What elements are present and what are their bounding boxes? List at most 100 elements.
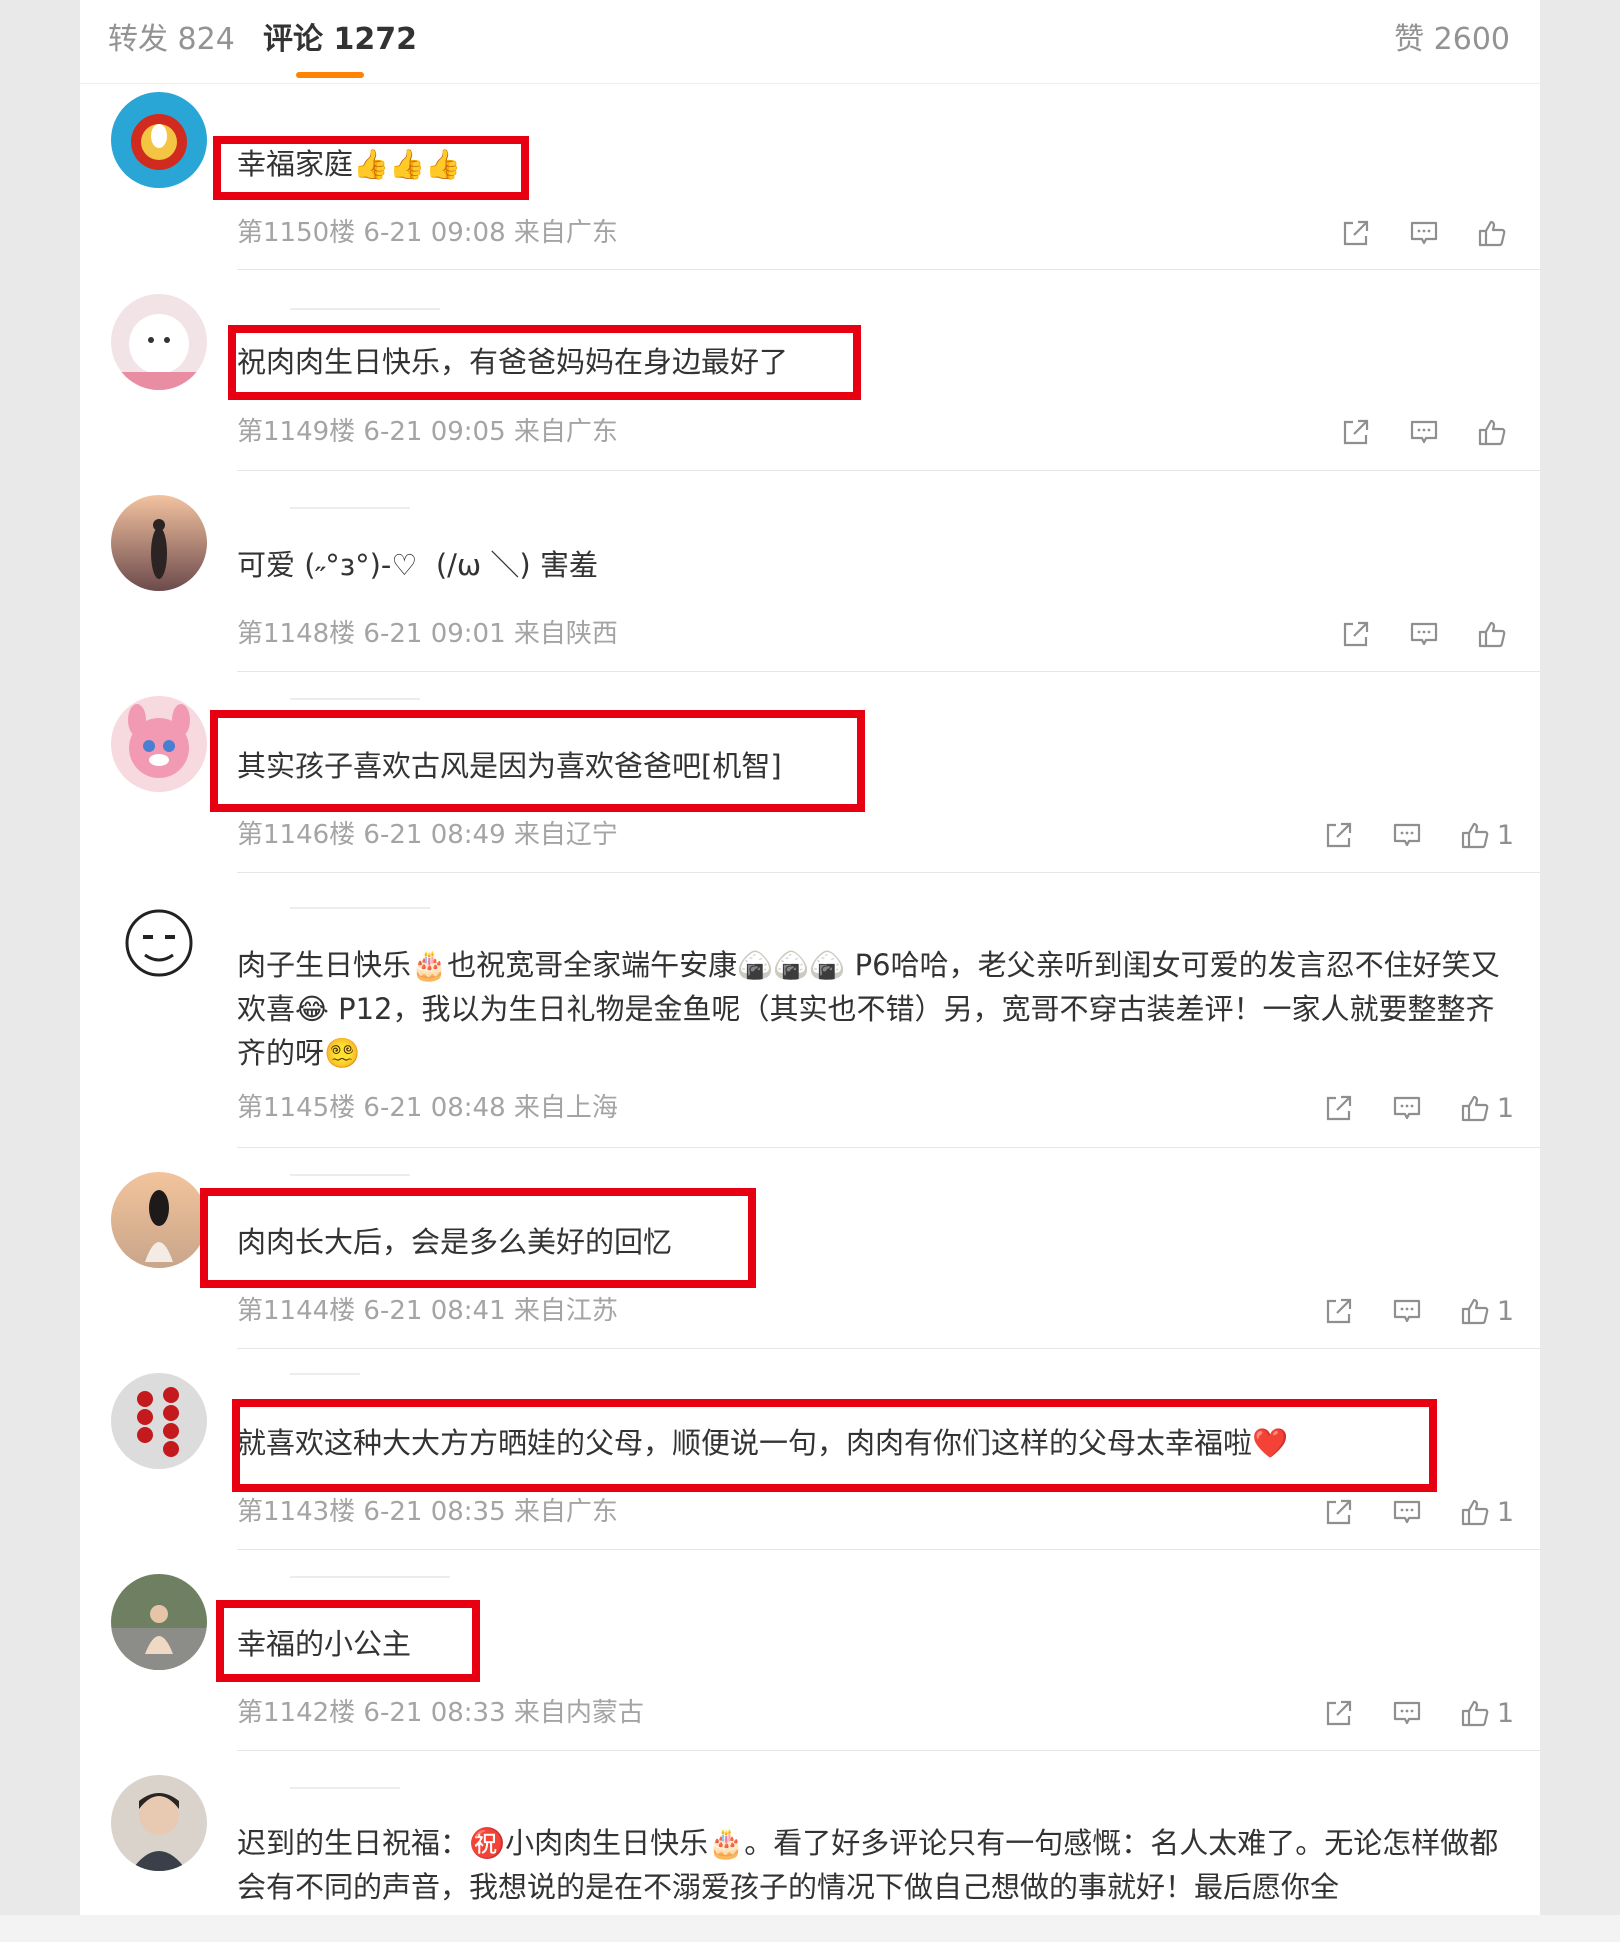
comment-meta: 第1146楼 6-21 08:49 来自辽宁 <box>237 820 618 850</box>
tab-reposts[interactable]: 转发 824 <box>108 20 235 60</box>
avatar[interactable] <box>111 92 207 188</box>
comment-item: 可爱 (˶°з°)-♡ (/ω ＼) 害羞 第1148楼 6-21 09:01 … <box>80 471 1540 672</box>
avatar[interactable] <box>111 1373 207 1469</box>
tab-likes[interactable]: 赞 2600 <box>1394 20 1510 60</box>
comment-icon <box>1410 420 1438 444</box>
share-button[interactable] <box>1323 1697 1355 1729</box>
share-button[interactable] <box>1323 1496 1355 1528</box>
highlight-box <box>232 1399 1437 1492</box>
tab-bar: 转发 824 评论 1272 赞 2600 <box>80 0 1540 84</box>
avatar[interactable] <box>111 294 207 390</box>
comment-item: 肉肉长大后，会是多么美好的回忆 第1144楼 6-21 08:41 来自江苏 1 <box>80 1148 1540 1349</box>
share-icon <box>1326 1095 1351 1121</box>
comment-meta: 第1149楼 6-21 09:05 来自广东 <box>237 417 618 447</box>
highlight-box <box>213 136 529 200</box>
comment-icon <box>1393 1701 1420 1725</box>
thumbs-up-icon <box>1478 419 1506 446</box>
share-icon <box>1326 822 1351 848</box>
username-placeholder <box>290 507 410 509</box>
username-placeholder <box>290 308 440 310</box>
username-placeholder <box>290 1174 410 1176</box>
like-button[interactable]: 1 <box>1459 1697 1514 1729</box>
username-placeholder <box>290 1787 400 1789</box>
comment-actions: 1 <box>1287 1492 1514 1532</box>
comment-actions: 1 <box>1287 1088 1514 1128</box>
comment-item: 肉子生日快乐🎂也祝宽哥全家端午安康🍙🍙🍙 P6哈哈，老父亲听到闺女可爱的发言忍不… <box>80 873 1540 1148</box>
reply-button[interactable] <box>1391 1697 1423 1729</box>
reply-button[interactable] <box>1408 416 1440 448</box>
comment-text: 肉子生日快乐🎂也祝宽哥全家端午安康🍙🍙🍙 P6哈哈，老父亲听到闺女可爱的发言忍不… <box>237 948 1500 1070</box>
comment-actions: 1 <box>1287 1291 1514 1331</box>
highlight-box <box>210 710 865 812</box>
like-count: 1 <box>1496 1295 1514 1327</box>
comment-meta: 第1144楼 6-21 08:41 来自江苏 <box>237 1296 618 1326</box>
reply-button[interactable] <box>1391 819 1423 851</box>
comment-item: 幸福家庭👍👍👍 第1150楼 6-21 09:08 来自广东 <box>80 84 1540 270</box>
comment-text: 迟到的生日祝福：㊗️小肉肉生日快乐🎂。看了好多评论只有一句感慨：名人太难了。无论… <box>237 1826 1499 1904</box>
comment-icon <box>1393 1500 1420 1524</box>
reply-button[interactable] <box>1408 618 1440 650</box>
like-button[interactable]: 1 <box>1459 1295 1514 1327</box>
avatar[interactable] <box>111 897 207 993</box>
comment-actions <box>1304 614 1514 654</box>
username-placeholder <box>290 1373 360 1375</box>
share-button[interactable] <box>1323 1295 1355 1327</box>
comment-icon <box>1393 1299 1420 1323</box>
comment-meta: 第1142楼 6-21 08:33 来自内蒙古 <box>237 1698 644 1728</box>
share-button[interactable] <box>1323 1092 1355 1124</box>
share-icon <box>1326 1499 1351 1525</box>
username-placeholder <box>290 907 430 909</box>
like-button[interactable] <box>1476 416 1514 448</box>
avatar[interactable] <box>111 1172 207 1268</box>
reply-button[interactable] <box>1408 217 1440 249</box>
avatar[interactable] <box>111 1775 207 1871</box>
comment-item: 幸福的小公主 第1142楼 6-21 08:33 来自内蒙古 1 <box>80 1550 1540 1751</box>
share-icon <box>1343 220 1369 246</box>
reply-button[interactable] <box>1391 1496 1423 1528</box>
username-placeholder <box>290 698 420 700</box>
comment-meta: 第1150楼 6-21 09:08 来自广东 <box>237 218 618 248</box>
thumbs-up-icon <box>1478 220 1506 247</box>
comment-actions: 1 <box>1287 815 1514 855</box>
comment-meta: 第1143楼 6-21 08:35 来自广东 <box>237 1497 618 1527</box>
reply-button[interactable] <box>1391 1092 1423 1124</box>
like-button[interactable]: 1 <box>1459 1092 1514 1124</box>
comment-item: 就喜欢这种大大方方晒娃的父母，顺便说一句，肉肉有你们这样的父母太幸福啦❤️ 第1… <box>80 1349 1540 1550</box>
thumbs-up-icon <box>1461 822 1489 849</box>
like-button[interactable]: 1 <box>1459 819 1514 851</box>
share-button[interactable] <box>1340 416 1372 448</box>
comment-icon <box>1410 622 1438 646</box>
avatar[interactable] <box>111 1574 207 1670</box>
thumbs-up-icon <box>1461 1095 1489 1122</box>
reply-button[interactable] <box>1391 1295 1423 1327</box>
thumbs-up-icon <box>1461 1298 1489 1325</box>
tab-comments[interactable]: 评论 1272 <box>263 20 417 60</box>
like-button[interactable] <box>1476 217 1514 249</box>
like-count: 1 <box>1496 819 1514 851</box>
comment-icon <box>1393 823 1420 847</box>
comment-item: 祝肉肉生日快乐，有爸爸妈妈在身边最好了 第1149楼 6-21 09:05 来自… <box>80 270 1540 471</box>
comment-text: 可爱 (˶°з°)-♡ (/ω ＼) 害羞 <box>237 548 598 582</box>
like-count: 1 <box>1496 1697 1514 1729</box>
active-tab-indicator <box>296 72 364 78</box>
share-button[interactable] <box>1340 618 1372 650</box>
comment-actions: 1 <box>1287 1693 1514 1733</box>
like-button[interactable]: 1 <box>1459 1496 1514 1528</box>
comment-icon <box>1393 1096 1420 1120</box>
share-button[interactable] <box>1340 217 1372 249</box>
avatar[interactable] <box>111 495 207 591</box>
thumbs-up-icon <box>1478 621 1506 648</box>
share-icon <box>1343 419 1369 445</box>
like-button[interactable] <box>1476 618 1514 650</box>
like-count: 1 <box>1496 1496 1514 1528</box>
avatar[interactable] <box>111 696 207 792</box>
thumbs-up-icon <box>1461 1499 1489 1526</box>
share-icon <box>1326 1700 1351 1726</box>
comment-actions <box>1304 412 1514 452</box>
comment-actions <box>1304 213 1514 253</box>
share-button[interactable] <box>1323 819 1355 851</box>
highlight-box <box>228 325 861 400</box>
highlight-box <box>200 1188 756 1288</box>
comment-item: 其实孩子喜欢古风是因为喜欢爸爸吧[机智] 第1146楼 6-21 08:49 来… <box>80 672 1540 873</box>
bottom-bar <box>0 1915 1620 1942</box>
